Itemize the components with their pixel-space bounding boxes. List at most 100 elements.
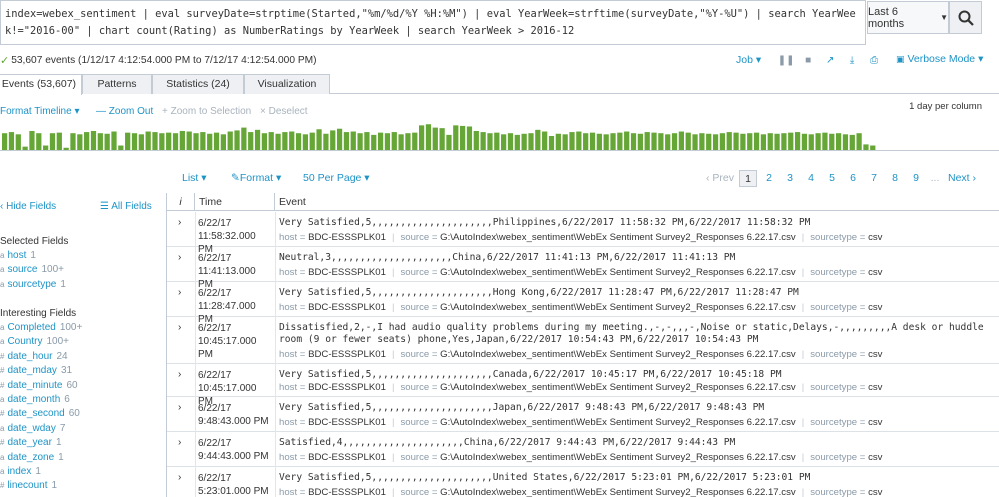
field-name[interactable]: Country <box>7 336 42 347</box>
field-date-hour[interactable]: # date_hour 24 <box>0 350 68 363</box>
field-index[interactable]: a index 1 <box>0 465 41 478</box>
timeline-bar[interactable] <box>794 132 801 150</box>
timeline-bar[interactable] <box>43 145 49 150</box>
timeline-bar[interactable] <box>432 127 438 150</box>
meta-value-host[interactable]: BDC-ESSSPLK01 <box>308 349 386 360</box>
meta-value-sourcetype[interactable]: csv <box>868 349 882 360</box>
field-name[interactable]: date_month <box>7 394 60 405</box>
meta-value-source[interactable]: G:\AutoIndex\webex_sentiment\WebEx Senti… <box>440 382 796 393</box>
job-menu[interactable]: Job ▾ <box>736 54 761 66</box>
timeline-chart[interactable] <box>0 122 999 158</box>
timeline-bar[interactable] <box>323 133 329 150</box>
timeline-bar[interactable] <box>535 129 541 150</box>
timeline-bar[interactable] <box>405 133 411 150</box>
field-date-month[interactable]: a date_month 6 <box>0 393 70 406</box>
timeline-bar[interactable] <box>603 134 609 150</box>
field-Completed[interactable]: a Completed 100+ <box>0 321 82 334</box>
timeline-bar[interactable] <box>309 132 315 150</box>
export-icon[interactable]: ⤓ <box>841 55 863 66</box>
meta-value-sourcetype[interactable]: csv <box>868 452 882 463</box>
meta-value-host[interactable]: BDC-ESSSPLK01 <box>308 232 386 243</box>
timeline-bar[interactable] <box>220 134 226 150</box>
field-name[interactable]: index <box>7 466 31 477</box>
field-Country[interactable]: a Country 100+ <box>0 335 69 348</box>
timeline-bar[interactable] <box>125 132 131 150</box>
zoom-out-button[interactable]: — Zoom Out <box>96 106 153 117</box>
event-row[interactable]: › 6/22/17 11:28:47.000 PM Very Satisfied,5,… <box>167 282 999 325</box>
timeline-bar[interactable] <box>849 134 855 150</box>
expand-row-icon[interactable]: › <box>178 322 181 333</box>
timeline-bar[interactable] <box>453 125 459 150</box>
timeline-bar[interactable] <box>364 132 370 150</box>
timeline-bar[interactable] <box>97 133 103 150</box>
event-raw-text[interactable]: Very Satisfied,5,,,,,,,,,,,,,,,,,,,,,Jap… <box>279 402 997 414</box>
timeline-bar[interactable] <box>507 133 514 150</box>
timeline-bar[interactable] <box>275 133 281 150</box>
time-column-header[interactable]: Time <box>195 193 275 211</box>
page-8[interactable]: 8 <box>886 170 904 187</box>
meta-value-sourcetype[interactable]: csv <box>868 232 882 243</box>
timeline-bar[interactable] <box>90 130 97 150</box>
next-page-button[interactable]: Next › <box>944 170 980 187</box>
field-name[interactable]: date_hour <box>7 351 52 362</box>
timeline-bar[interactable] <box>248 132 254 150</box>
field-name[interactable]: date_mday <box>7 365 56 376</box>
hide-fields-button[interactable]: ‹ Hide Fields <box>0 201 56 212</box>
timeline-bar[interactable] <box>501 134 507 150</box>
per-page-menu[interactable]: 50 Per Page ▾ <box>303 172 370 184</box>
search-bar[interactable]: index=webex_sentiment | eval surveyDate=… <box>0 0 866 45</box>
timeline-bar[interactable] <box>685 132 691 150</box>
expand-row-icon[interactable]: › <box>178 437 181 448</box>
timeline-bar[interactable] <box>56 132 62 150</box>
meta-value-sourcetype[interactable]: csv <box>868 382 882 393</box>
page-9[interactable]: 9 <box>907 170 925 187</box>
timeline-bar[interactable] <box>829 133 835 150</box>
timeline-bar[interactable] <box>77 134 83 150</box>
tab-events[interactable]: Events (53,607) <box>0 74 82 95</box>
timeline-bar[interactable] <box>753 132 760 150</box>
timeline-bar[interactable] <box>302 134 309 150</box>
timeline-bar[interactable] <box>596 133 602 150</box>
timeline-bar[interactable] <box>316 129 322 150</box>
timeline-bar[interactable] <box>624 131 630 150</box>
event-row[interactable]: › 6/22/17 9:44:43.000 PM Satisfied,4,,,,,,,… <box>167 432 999 467</box>
timeline-bar[interactable] <box>2 133 8 150</box>
timeline-bar[interactable] <box>172 133 179 150</box>
timeline-bar[interactable] <box>863 144 869 150</box>
timeline-bar[interactable] <box>562 134 568 150</box>
timeline-bar[interactable] <box>617 132 623 150</box>
timeline-bar[interactable] <box>371 134 377 150</box>
event-raw-text[interactable]: Very Satisfied,5,,,,,,,,,,,,,,,,,,,,,Can… <box>279 369 997 381</box>
event-row[interactable]: › 6/22/17 10:45:17.000 PM Very Satisfied,5,… <box>167 364 999 407</box>
meta-value-host[interactable]: BDC-ESSSPLK01 <box>308 487 386 497</box>
timeline-bar[interactable] <box>781 133 787 150</box>
timeline-bar[interactable] <box>740 133 746 150</box>
field-name[interactable]: source <box>7 264 37 275</box>
timeline-bar[interactable] <box>15 134 21 150</box>
timeline-bar[interactable] <box>398 134 404 150</box>
timeline-bar[interactable] <box>665 134 671 150</box>
timeline-bar[interactable] <box>460 125 466 150</box>
timeline-bar[interactable] <box>166 132 172 150</box>
meta-value-source[interactable]: G:\AutoIndex\webex_sentiment\WebEx Senti… <box>440 302 796 313</box>
pause-icon[interactable]: ❚❚ <box>775 55 797 66</box>
page-2[interactable]: 2 <box>760 170 778 187</box>
timeline-bar[interactable] <box>49 133 56 150</box>
timeline-bar[interactable] <box>200 132 206 150</box>
timeline-bar[interactable] <box>589 132 596 150</box>
field-name[interactable]: host <box>7 250 26 261</box>
event-raw-text[interactable]: Neutral,3,,,,,,,,,,,,,,,,,,,,,China,6/22… <box>279 252 997 264</box>
page-3[interactable]: 3 <box>781 170 799 187</box>
tab-statistics[interactable]: Statistics (24) <box>152 74 244 94</box>
all-fields-button[interactable]: ☰ All Fields <box>100 201 152 212</box>
timeline-bar[interactable] <box>822 132 828 150</box>
timeline-bar[interactable] <box>159 133 165 150</box>
timeline-bar[interactable] <box>104 133 110 150</box>
timeline-bar[interactable] <box>193 133 199 150</box>
meta-value-host[interactable]: BDC-ESSSPLK01 <box>308 452 386 463</box>
timeline-bar[interactable] <box>118 145 124 150</box>
expand-row-icon[interactable]: › <box>178 472 181 483</box>
timeline-bar[interactable] <box>548 136 555 150</box>
timeline-bar[interactable] <box>576 131 582 150</box>
timeline-bar[interactable] <box>289 131 295 150</box>
